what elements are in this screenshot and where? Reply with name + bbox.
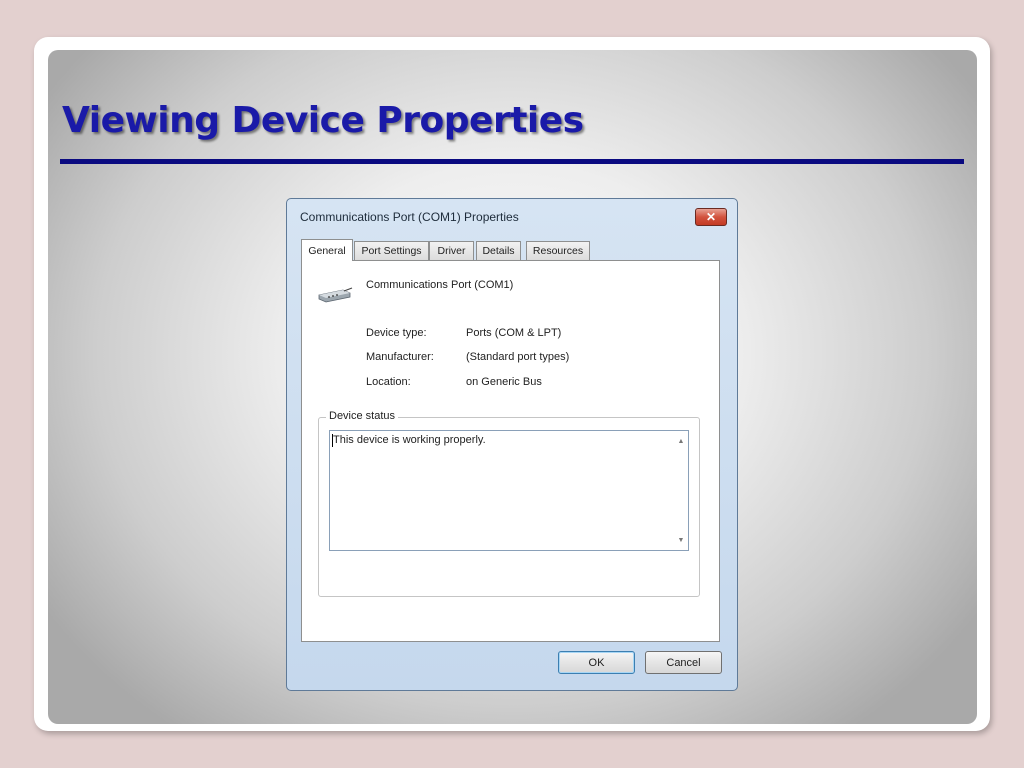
manufacturer-label: Manufacturer:: [366, 351, 434, 363]
device-status-text: This device is working properly.: [333, 434, 486, 446]
slide-title: Viewing Device Properties: [62, 100, 584, 141]
tab-general[interactable]: General: [301, 239, 353, 261]
tab-port-settings[interactable]: Port Settings: [354, 241, 429, 260]
cancel-button[interactable]: Cancel: [645, 651, 722, 674]
device-type-value: Ports (COM & LPT): [466, 327, 562, 339]
ok-button[interactable]: OK: [558, 651, 635, 674]
device-status-textarea[interactable]: This device is working properly. ▲ ▼: [329, 430, 689, 551]
close-button[interactable]: ✕: [695, 208, 727, 226]
dialog-title: Communications Port (COM1) Properties: [300, 210, 519, 224]
device-type-label: Device type:: [366, 327, 427, 339]
general-tab-panel: Communications Port (COM1) Device type: …: [301, 260, 720, 642]
device-status-group: Device status This device is working pro…: [318, 410, 700, 597]
tab-resources[interactable]: Resources: [526, 241, 590, 260]
device-name: Communications Port (COM1): [366, 279, 514, 291]
tab-details[interactable]: Details: [476, 241, 521, 260]
device-status-label: Device status: [326, 410, 399, 422]
location-label: Location:: [366, 376, 411, 388]
scroll-down-arrow-icon[interactable]: ▼: [675, 534, 687, 546]
tab-driver[interactable]: Driver: [429, 241, 474, 260]
manufacturer-value: (Standard port types): [466, 351, 570, 363]
title-underline: [60, 159, 964, 164]
properties-dialog: Communications Port (COM1) Properties ✕ …: [286, 198, 738, 691]
scroll-up-arrow-icon[interactable]: ▲: [675, 435, 687, 447]
close-icon: ✕: [705, 210, 717, 224]
location-value: on Generic Bus: [466, 376, 542, 388]
serial-port-icon: [318, 287, 353, 303]
